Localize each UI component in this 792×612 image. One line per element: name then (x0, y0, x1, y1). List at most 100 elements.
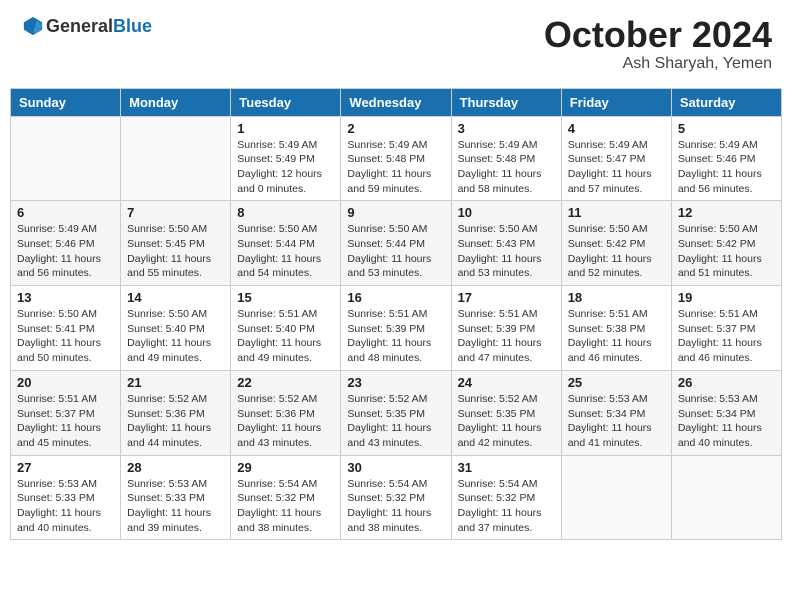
day-info: Sunrise: 5:52 AMSunset: 5:36 PMDaylight:… (237, 392, 334, 451)
logo-blue: Blue (113, 16, 152, 36)
day-info: Sunrise: 5:50 AMSunset: 5:43 PMDaylight:… (458, 222, 555, 281)
day-info: Sunrise: 5:50 AMSunset: 5:45 PMDaylight:… (127, 222, 224, 281)
day-number: 10 (458, 205, 555, 220)
day-number: 14 (127, 290, 224, 305)
calendar-cell: 3 Sunrise: 5:49 AMSunset: 5:48 PMDaylight… (451, 116, 561, 201)
calendar-cell: 20 Sunrise: 5:51 AMSunset: 5:37 PMDayligh… (11, 370, 121, 455)
calendar-cell: 10 Sunrise: 5:50 AMSunset: 5:43 PMDayligh… (451, 201, 561, 286)
calendar-cell: 18 Sunrise: 5:51 AMSunset: 5:38 PMDayligh… (561, 286, 671, 371)
calendar-week-1: 1 Sunrise: 5:49 AMSunset: 5:49 PMDaylight… (11, 116, 782, 201)
day-info: Sunrise: 5:51 AMSunset: 5:40 PMDaylight:… (237, 307, 334, 366)
day-info: Sunrise: 5:51 AMSunset: 5:37 PMDaylight:… (17, 392, 114, 451)
logo-general: General (46, 16, 113, 36)
day-number: 26 (678, 375, 775, 390)
calendar-cell: 28Sunrise: 5:53 AMSunset: 5:33 PMDayligh… (121, 455, 231, 540)
day-info: Sunrise: 5:49 AMSunset: 5:46 PMDaylight:… (678, 138, 775, 197)
day-info: Sunrise: 5:53 AMSunset: 5:33 PMDaylight:… (127, 477, 224, 536)
logo-text: GeneralBlue (46, 16, 152, 37)
calendar-week-2: 6 Sunrise: 5:49 AMSunset: 5:46 PMDaylight… (11, 201, 782, 286)
calendar-cell: 11 Sunrise: 5:50 AMSunset: 5:42 PMDayligh… (561, 201, 671, 286)
day-number: 23 (347, 375, 444, 390)
day-info: Sunrise: 5:54 AMSunset: 5:32 PMDaylight:… (347, 477, 444, 536)
calendar-cell: 16Sunrise: 5:51 AMSunset: 5:39 PMDayligh… (341, 286, 451, 371)
calendar-cell: 26 Sunrise: 5:53 AMSunset: 5:34 PMDayligh… (671, 370, 781, 455)
calendar-cell: 2Sunrise: 5:49 AMSunset: 5:48 PMDaylight… (341, 116, 451, 201)
calendar-cell: 25 Sunrise: 5:53 AMSunset: 5:34 PMDayligh… (561, 370, 671, 455)
weekday-header-friday: Friday (561, 88, 671, 116)
calendar-cell: 13Sunrise: 5:50 AMSunset: 5:41 PMDayligh… (11, 286, 121, 371)
calendar-cell: 31 Sunrise: 5:54 AMSunset: 5:32 PMDayligh… (451, 455, 561, 540)
day-number: 6 (17, 205, 114, 220)
day-info: Sunrise: 5:49 AMSunset: 5:46 PMDaylight:… (17, 222, 114, 281)
day-number: 31 (458, 460, 555, 475)
calendar-cell: 5Sunrise: 5:49 AMSunset: 5:46 PMDaylight… (671, 116, 781, 201)
day-number: 17 (458, 290, 555, 305)
day-number: 1 (237, 121, 334, 136)
calendar-cell: 7Sunrise: 5:50 AMSunset: 5:45 PMDaylight… (121, 201, 231, 286)
weekday-header-sunday: Sunday (11, 88, 121, 116)
calendar-table: SundayMondayTuesdayWednesdayThursdayFrid… (10, 88, 782, 541)
day-number: 3 (458, 121, 555, 136)
weekday-header-row: SundayMondayTuesdayWednesdayThursdayFrid… (11, 88, 782, 116)
calendar-cell: 22 Sunrise: 5:52 AMSunset: 5:36 PMDayligh… (231, 370, 341, 455)
day-number: 13 (17, 290, 114, 305)
calendar-cell (11, 116, 121, 201)
day-info: Sunrise: 5:51 AMSunset: 5:38 PMDaylight:… (568, 307, 665, 366)
logo: GeneralBlue (20, 15, 152, 37)
day-info: Sunrise: 5:50 AMSunset: 5:44 PMDaylight:… (347, 222, 444, 281)
calendar-week-4: 20 Sunrise: 5:51 AMSunset: 5:37 PMDayligh… (11, 370, 782, 455)
day-number: 8 (237, 205, 334, 220)
calendar-cell: 4Sunrise: 5:49 AMSunset: 5:47 PMDaylight… (561, 116, 671, 201)
day-info: Sunrise: 5:54 AMSunset: 5:32 PMDaylight:… (458, 477, 555, 536)
day-info: Sunrise: 5:49 AMSunset: 5:48 PMDaylight:… (458, 138, 555, 197)
calendar-cell: 15 Sunrise: 5:51 AMSunset: 5:40 PMDayligh… (231, 286, 341, 371)
day-number: 29 (237, 460, 334, 475)
location-title: Ash Sharyah, Yemen (544, 55, 772, 73)
day-info: Sunrise: 5:53 AMSunset: 5:34 PMDaylight:… (568, 392, 665, 451)
calendar-cell: 21 Sunrise: 5:52 AMSunset: 5:36 PMDayligh… (121, 370, 231, 455)
day-info: Sunrise: 5:49 AMSunset: 5:47 PMDaylight:… (568, 138, 665, 197)
day-info: Sunrise: 5:53 AMSunset: 5:34 PMDaylight:… (678, 392, 775, 451)
day-number: 22 (237, 375, 334, 390)
day-info: Sunrise: 5:51 AMSunset: 5:37 PMDaylight:… (678, 307, 775, 366)
calendar-cell: 6 Sunrise: 5:49 AMSunset: 5:46 PMDaylight… (11, 201, 121, 286)
day-info: Sunrise: 5:52 AMSunset: 5:35 PMDaylight:… (347, 392, 444, 451)
day-number: 11 (568, 205, 665, 220)
calendar-cell: 12 Sunrise: 5:50 AMSunset: 5:42 PMDayligh… (671, 201, 781, 286)
calendar-cell: 29 Sunrise: 5:54 AMSunset: 5:32 PMDayligh… (231, 455, 341, 540)
weekday-header-tuesday: Tuesday (231, 88, 341, 116)
day-number: 20 (17, 375, 114, 390)
weekday-header-saturday: Saturday (671, 88, 781, 116)
day-info: Sunrise: 5:50 AMSunset: 5:44 PMDaylight:… (237, 222, 334, 281)
day-info: Sunrise: 5:50 AMSunset: 5:42 PMDaylight:… (678, 222, 775, 281)
day-info: Sunrise: 5:53 AMSunset: 5:33 PMDaylight:… (17, 477, 114, 536)
day-number: 25 (568, 375, 665, 390)
calendar-cell: 14Sunrise: 5:50 AMSunset: 5:40 PMDayligh… (121, 286, 231, 371)
weekday-header-monday: Monday (121, 88, 231, 116)
calendar-cell: 17Sunrise: 5:51 AMSunset: 5:39 PMDayligh… (451, 286, 561, 371)
day-number: 21 (127, 375, 224, 390)
day-number: 16 (347, 290, 444, 305)
day-number: 12 (678, 205, 775, 220)
day-number: 24 (458, 375, 555, 390)
calendar-cell (561, 455, 671, 540)
day-number: 27 (17, 460, 114, 475)
header: GeneralBlue October 2024 Ash Sharyah, Ye… (10, 10, 782, 78)
day-number: 15 (237, 290, 334, 305)
day-info: Sunrise: 5:54 AMSunset: 5:32 PMDaylight:… (237, 477, 334, 536)
calendar-cell: 19Sunrise: 5:51 AMSunset: 5:37 PMDayligh… (671, 286, 781, 371)
calendar-cell: 30 Sunrise: 5:54 AMSunset: 5:32 PMDayligh… (341, 455, 451, 540)
calendar-cell: 24Sunrise: 5:52 AMSunset: 5:35 PMDayligh… (451, 370, 561, 455)
weekday-header-wednesday: Wednesday (341, 88, 451, 116)
day-info: Sunrise: 5:52 AMSunset: 5:36 PMDaylight:… (127, 392, 224, 451)
day-number: 9 (347, 205, 444, 220)
day-info: Sunrise: 5:49 AMSunset: 5:48 PMDaylight:… (347, 138, 444, 197)
calendar-week-3: 13Sunrise: 5:50 AMSunset: 5:41 PMDayligh… (11, 286, 782, 371)
day-info: Sunrise: 5:49 AMSunset: 5:49 PMDaylight:… (237, 138, 334, 197)
day-info: Sunrise: 5:50 AMSunset: 5:42 PMDaylight:… (568, 222, 665, 281)
day-number: 30 (347, 460, 444, 475)
page-container: GeneralBlue October 2024 Ash Sharyah, Ye… (10, 10, 782, 540)
day-number: 18 (568, 290, 665, 305)
calendar-cell: 9 Sunrise: 5:50 AMSunset: 5:44 PMDaylight… (341, 201, 451, 286)
calendar-cell: 1 Sunrise: 5:49 AMSunset: 5:49 PMDaylight… (231, 116, 341, 201)
